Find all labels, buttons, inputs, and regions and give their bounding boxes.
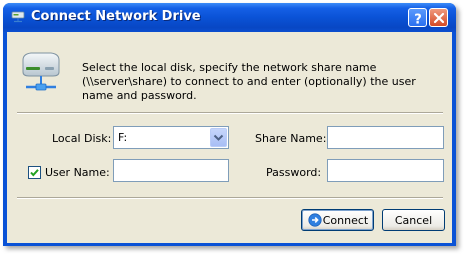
password-input[interactable] [327, 159, 444, 182]
close-button[interactable] [429, 8, 448, 27]
user-name-label: User Name: [45, 166, 110, 179]
password-label: Password: [266, 166, 322, 179]
help-button[interactable]: ? [408, 8, 427, 28]
local-disk-value: F: [118, 131, 128, 144]
checkmark-icon [30, 169, 39, 177]
network-drive-icon [22, 52, 60, 91]
dialog-window: Connect Network Drive ? Select the local… [3, 3, 456, 246]
user-name-input[interactable] [113, 159, 229, 182]
connect-button[interactable]: Connect [301, 209, 374, 231]
help-icon: ? [414, 13, 422, 28]
svg-text:?: ? [414, 13, 422, 28]
local-disk-select[interactable]: F: [113, 126, 229, 149]
window-title: Connect Network Drive [31, 9, 201, 24]
connect-label: Connect [322, 214, 369, 227]
cancel-label: Cancel [394, 214, 433, 227]
chevron-down-icon [213, 134, 224, 141]
arrow-right-circle-icon [308, 213, 322, 227]
share-name-input[interactable] [327, 126, 444, 149]
close-icon [433, 12, 445, 24]
cancel-button[interactable]: Cancel [382, 209, 445, 231]
user-name-checkbox[interactable] [28, 166, 41, 179]
separator-top [17, 112, 443, 114]
title-bar[interactable]: Connect Network Drive ? [3, 3, 456, 32]
share-name-label: Share Name: [255, 132, 327, 145]
dialog-body: Select the local disk, specify the netwo… [7, 32, 452, 243]
separator-bottom [17, 197, 443, 199]
instruction-text: Select the local disk, specify the netwo… [82, 61, 416, 102]
network-drive-icon [11, 11, 25, 23]
local-disk-label: Local Disk: [52, 132, 112, 145]
dropdown-button[interactable] [210, 128, 227, 147]
